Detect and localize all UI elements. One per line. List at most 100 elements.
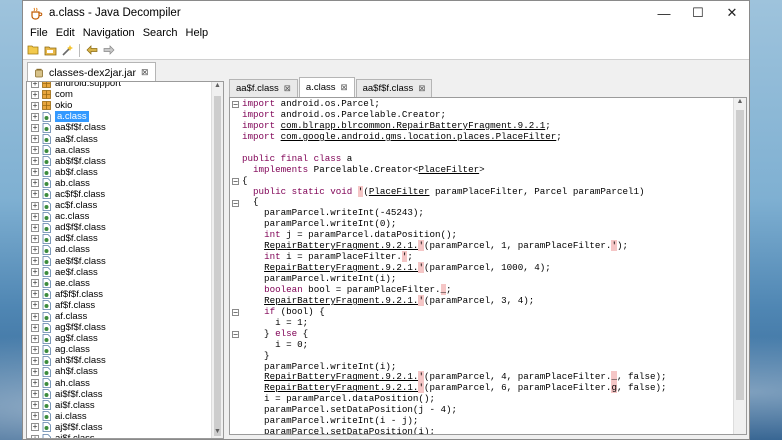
scroll-up-arrow-icon[interactable]: ▲ <box>212 82 223 92</box>
expand-icon[interactable]: + <box>31 268 39 277</box>
tree-item[interactable]: + ai.class <box>27 411 211 422</box>
code-tab-aa$f$f[interactable]: aa$f$f.class ⊠ <box>355 79 433 97</box>
expand-icon[interactable]: + <box>31 323 39 332</box>
fold-toggle-icon[interactable]: − <box>232 177 239 185</box>
expand-icon[interactable]: + <box>31 301 39 310</box>
fold-toggle-icon[interactable]: − <box>232 330 239 338</box>
tree-item[interactable]: + okio <box>27 100 211 111</box>
expand-icon[interactable]: + <box>31 146 39 155</box>
tree-item[interactable]: + ai$f.class <box>27 400 211 411</box>
tree-item[interactable]: + ab$f.class <box>27 167 211 178</box>
expand-icon[interactable]: + <box>31 367 39 376</box>
expand-icon[interactable]: + <box>31 379 39 388</box>
expand-icon[interactable]: + <box>31 90 39 99</box>
tree-item[interactable]: + af$f$f.class <box>27 289 211 300</box>
tree-item[interactable]: + ag$f.class <box>27 333 211 344</box>
close-tab-icon[interactable]: ⊠ <box>418 83 425 94</box>
file-tab-classes-dex2jar[interactable]: classes-dex2jar.jar ⊠ <box>27 62 156 82</box>
menu-file[interactable]: File <box>26 27 52 39</box>
expand-icon[interactable]: + <box>31 356 39 365</box>
menu-edit[interactable]: Edit <box>52 27 79 39</box>
expand-icon[interactable]: + <box>31 112 39 121</box>
menu-navigation[interactable]: Navigation <box>79 27 139 39</box>
tree-item[interactable]: + aj$f.class <box>27 433 211 438</box>
menu-search[interactable]: Search <box>139 27 182 39</box>
tree-item[interactable]: + ac$f$f.class <box>27 189 211 200</box>
tree-item[interactable]: + ae.class <box>27 278 211 289</box>
open-file-icon[interactable] <box>26 43 40 57</box>
maximize-button[interactable]: ☐ <box>681 1 715 25</box>
expand-icon[interactable]: + <box>31 257 39 266</box>
expand-icon[interactable]: + <box>31 223 39 232</box>
tree-item[interactable]: + ah$f.class <box>27 366 211 377</box>
tree-item[interactable]: + ae$f.class <box>27 267 211 278</box>
scroll-thumb[interactable] <box>214 96 221 436</box>
tree-item[interactable]: + ag.class <box>27 344 211 355</box>
tree-item[interactable]: + a.class <box>27 111 211 123</box>
expand-icon[interactable]: + <box>31 82 39 88</box>
expand-icon[interactable]: + <box>31 279 39 288</box>
tree-item[interactable]: + ac$f.class <box>27 200 211 211</box>
expand-icon[interactable]: + <box>31 390 39 399</box>
save-icon[interactable] <box>43 43 57 57</box>
tree-item[interactable]: + aj$f$f.class <box>27 422 211 433</box>
forward-arrow-icon[interactable] <box>102 43 116 57</box>
scroll-up-arrow-icon[interactable]: ▲ <box>734 98 746 108</box>
expand-icon[interactable]: + <box>31 345 39 354</box>
close-tab-icon[interactable]: ⊠ <box>284 83 291 94</box>
fold-toggle-icon[interactable]: − <box>232 101 239 109</box>
expand-icon[interactable]: + <box>31 245 39 254</box>
expand-icon[interactable]: + <box>31 290 39 299</box>
close-tab-icon[interactable]: ⊠ <box>340 82 347 93</box>
tree-item[interactable]: + aa$f$f.class <box>27 122 211 133</box>
tree-item[interactable]: + ah.class <box>27 378 211 389</box>
tree-item[interactable]: + com <box>27 89 211 100</box>
tree-item[interactable]: + aa.class <box>27 145 211 156</box>
tree-item[interactable]: + ad$f.class <box>27 233 211 244</box>
expand-icon[interactable]: + <box>31 434 39 438</box>
tree-item[interactable]: + ag$f$f.class <box>27 322 211 333</box>
close-button[interactable]: ✕ <box>715 1 749 25</box>
expand-icon[interactable]: + <box>31 312 39 321</box>
tree-item[interactable]: + ai$f$f.class <box>27 389 211 400</box>
expand-icon[interactable]: + <box>31 190 39 199</box>
expand-icon[interactable]: + <box>31 412 39 421</box>
expand-icon[interactable]: + <box>31 123 39 132</box>
tree-item[interactable]: + ab.class <box>27 178 211 189</box>
expand-icon[interactable]: + <box>31 334 39 343</box>
fold-toggle-icon[interactable]: − <box>232 199 239 207</box>
expand-icon[interactable]: + <box>31 212 39 221</box>
tree-item[interactable]: + android.support <box>27 82 211 89</box>
scroll-thumb[interactable] <box>736 110 744 400</box>
expand-icon[interactable]: + <box>31 101 39 110</box>
wand-icon[interactable] <box>60 43 74 57</box>
tree-item[interactable]: + ah$f$f.class <box>27 355 211 366</box>
expand-icon[interactable]: + <box>31 168 39 177</box>
scroll-down-arrow-icon[interactable]: ▼ <box>212 428 223 438</box>
tree-item[interactable]: + af.class <box>27 311 211 322</box>
tree-item[interactable]: + ab$f$f.class <box>27 156 211 167</box>
expand-icon[interactable]: + <box>31 179 39 188</box>
expand-icon[interactable]: + <box>31 423 39 432</box>
editor-scrollbar[interactable]: ▲ <box>733 98 746 434</box>
back-arrow-icon[interactable] <box>85 43 99 57</box>
tree-item[interactable]: + ae$f$f.class <box>27 256 211 267</box>
tree-scrollbar[interactable]: ▲ ▼ <box>211 82 223 438</box>
minimize-button[interactable]: — <box>647 1 681 25</box>
expand-icon[interactable]: + <box>31 401 39 410</box>
code-tab-a[interactable]: a.class ⊠ <box>298 77 355 97</box>
fold-toggle-icon[interactable]: − <box>232 309 239 317</box>
tree-item[interactable]: + ad.class <box>27 244 211 255</box>
menu-help[interactable]: Help <box>182 27 213 39</box>
tree-item[interactable]: + aa$f.class <box>27 133 211 145</box>
close-tab-icon[interactable]: ⊠ <box>141 67 149 78</box>
expand-icon[interactable]: + <box>31 135 39 144</box>
expand-icon[interactable]: + <box>31 157 39 166</box>
tree-item[interactable]: + af$f.class <box>27 300 211 311</box>
code-tab-aa$f[interactable]: aa$f.class ⊠ <box>229 79 298 97</box>
expand-icon[interactable]: + <box>31 201 39 210</box>
tree-item[interactable]: + ad$f$f.class <box>27 222 211 233</box>
code-editor[interactable]: − − − − − import android.os.Parcel; import an… <box>229 97 747 435</box>
expand-icon[interactable]: + <box>31 234 39 243</box>
tree-item[interactable]: + ac.class <box>27 211 211 222</box>
